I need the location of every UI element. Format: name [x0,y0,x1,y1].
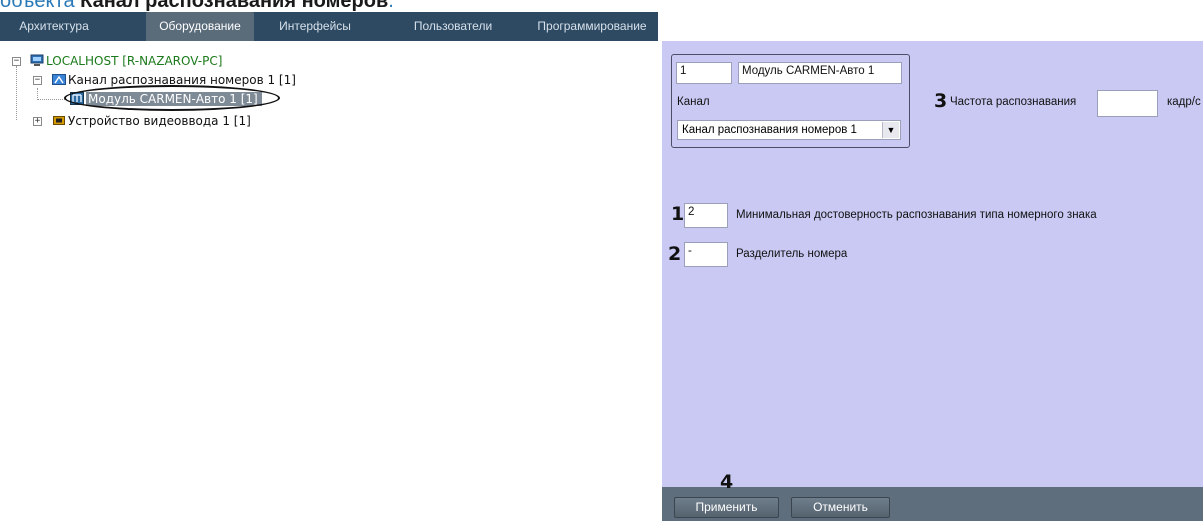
tree-node-carmen-module[interactable]: Модуль CARMEN-Авто 1 [1] [70,91,262,107]
apply-button[interactable]: Применить [674,497,779,518]
object-name-field[interactable]: Модуль CARMEN-Авто 1 [738,62,902,84]
callout-number-4: 4 [720,471,734,493]
tab-architecture[interactable]: Архитектура [8,12,100,41]
chevron-down-icon[interactable]: ▼ [882,122,899,138]
tab-users[interactable]: Пользователи [398,12,508,41]
frequency-unit-label: кадр/с [1167,96,1201,108]
channel-select[interactable]: Канал распознавания номеров 1 ▼ [677,120,901,140]
callout-number-3: 3 [934,90,948,112]
object-id-field[interactable]: 1 [676,62,732,84]
min-confidence-label: Минимальная достоверность распознавания … [736,209,1097,221]
tree-node-localhost[interactable]: LOCALHOST [R-NAZAROV-PC] [30,53,222,69]
cancel-button[interactable]: Отменить [791,497,890,518]
tree-node-label: Модуль CARMEN-Авто 1 [1] [86,92,262,106]
tab-programming[interactable]: Программирование [532,12,652,41]
heading-suffix: . [388,0,394,12]
video-expand-toggle[interactable]: + [33,117,42,126]
carmen-module-icon [70,92,84,105]
tree-connector [16,66,17,120]
channel-label: Канал [677,96,710,108]
tree-node-label: LOCALHOST [R-NAZAROV-PC] [46,54,223,68]
separator-field[interactable]: - [684,242,728,267]
recognition-frequency-label: Частота распознавания [950,96,1077,108]
heading-prefix: объекта [0,0,81,12]
tree-node-label: Канал распознавания номеров 1 [1] [68,73,296,87]
channel-collapse-toggle[interactable]: − [33,76,42,85]
tree-node-video-input[interactable]: Устройство видеоввода 1 [1] [52,113,251,129]
lpr-channel-icon [52,73,66,86]
computer-icon [30,54,44,67]
tab-bar: Архитектура Оборудование Интерфейсы Поль… [0,12,658,41]
separator-label: Разделитель номера [736,248,848,260]
callout-number-2: 2 [668,243,682,265]
document-heading: объекта Канал распознавания номеров. [0,0,394,12]
recognition-frequency-field[interactable] [1097,90,1158,117]
callout-number-1: 1 [671,203,685,225]
tree-node-label: Устройство видеоввода 1 [1] [68,114,251,128]
video-input-icon [52,114,66,127]
heading-bold: Канал распознавания номеров [80,0,389,12]
tab-equipment[interactable]: Оборудование [146,12,254,41]
tree-node-lpr-channel[interactable]: Канал распознавания номеров 1 [1] [52,72,296,88]
min-confidence-field[interactable]: 2 [684,203,728,228]
root-collapse-toggle[interactable]: − [12,57,21,66]
tab-interfaces[interactable]: Интерфейсы [272,12,358,41]
channel-select-value: Канал распознавания номеров 1 [682,124,857,136]
tree-connector [37,99,67,100]
